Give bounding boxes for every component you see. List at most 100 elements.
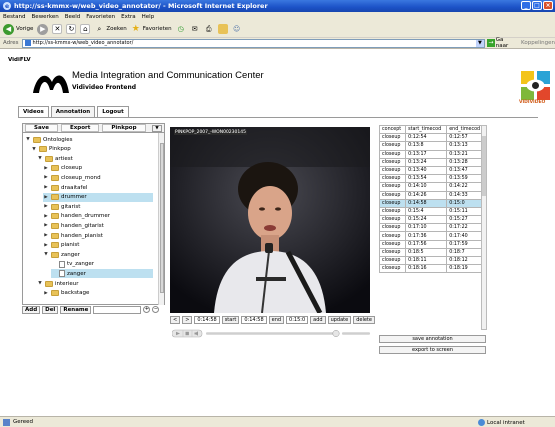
print-icon[interactable]: ⎙: [204, 24, 214, 34]
start-time-field[interactable]: 0:14:58: [241, 315, 267, 324]
tree-item[interactable]: zanger: [51, 269, 153, 279]
save-annotation-button[interactable]: save annotation: [379, 335, 486, 343]
tree-item[interactable]: ▶ handen_drummer: [43, 212, 153, 221]
tree-item[interactable]: ▼ zanger: [43, 250, 153, 259]
stop-icon[interactable]: ✕: [52, 24, 63, 34]
close-button[interactable]: ×: [543, 1, 553, 10]
collapse-icon[interactable]: ▼: [37, 281, 43, 286]
tree-item[interactable]: ▶ gitarist: [43, 202, 153, 211]
annotation-row[interactable]: closeup 0:14:26 0:14:33: [378, 190, 486, 200]
add-button[interactable]: Add: [22, 305, 41, 314]
annotation-row[interactable]: closeup 0:13:54 0:13:59: [378, 174, 486, 184]
seek-track[interactable]: [206, 332, 336, 335]
mail-icon[interactable]: ✉: [190, 24, 200, 34]
menu-item-beeld[interactable]: Beeld: [65, 14, 81, 20]
expand-icon[interactable]: ▶: [43, 223, 49, 228]
expand-icon[interactable]: ▶: [43, 166, 49, 171]
rename-button[interactable]: Rename: [60, 305, 92, 314]
expand-icon[interactable]: ▶: [43, 291, 49, 296]
annotation-table-scroll-thumb[interactable]: [482, 136, 486, 196]
expand-icon[interactable]: ▶: [43, 214, 49, 219]
column-header-end[interactable]: end_timecod: [446, 124, 486, 135]
address-dropdown-icon[interactable]: ▼: [475, 39, 484, 47]
menu-item-favorieten[interactable]: Favorieten: [86, 14, 115, 20]
annotation-row[interactable]: closeup 0:18:5 0:18:7: [378, 247, 486, 258]
tab-videos[interactable]: Videos: [18, 106, 49, 117]
annotation-row[interactable]: closeup 0:13:8 0:13:13: [378, 141, 486, 151]
annotation-row[interactable]: closeup 0:12:54 0:12:57: [378, 133, 486, 143]
folder-icon[interactable]: [217, 24, 228, 34]
tree-item[interactable]: ▼ Pinkpop: [31, 145, 153, 154]
expand-icon[interactable]: ▶: [43, 185, 49, 190]
pinkpop-button[interactable]: Pinkpop: [102, 124, 146, 132]
annotation-row[interactable]: closeup 0:18:16 0:18:19: [378, 264, 486, 274]
tree-item[interactable]: ▶ drummer: [43, 192, 153, 202]
annotation-row[interactable]: closeup 0:17:56 0:17:59: [378, 239, 486, 249]
annotation-row[interactable]: closeup 0:18:11 0:18:12: [378, 255, 486, 266]
export-button[interactable]: Export: [61, 124, 100, 132]
tree-item[interactable]: ▼ interieur: [37, 279, 153, 288]
annotation-row[interactable]: closeup 0:17:36 0:17:40: [378, 231, 486, 241]
annotation-row[interactable]: closeup 0:14:58 0:15:0: [378, 198, 486, 208]
annotation-row[interactable]: closeup 0:13:24 0:13:28: [378, 157, 486, 167]
menu-item-help[interactable]: Help: [142, 14, 155, 20]
collapse-icon[interactable]: ▼: [31, 147, 37, 152]
menu-item-bestand[interactable]: Bestand: [3, 14, 26, 20]
update-annotation-button[interactable]: update: [327, 315, 352, 324]
messenger-icon[interactable]: ☺: [232, 24, 242, 34]
annotation-row[interactable]: closeup 0:15:24 0:15:27: [378, 215, 486, 225]
minimize-button[interactable]: _: [521, 1, 531, 10]
video-player[interactable]: PINKPOP_2007_-WON00230145: [170, 127, 370, 313]
annotation-table-scrollbar[interactable]: [481, 125, 487, 330]
tree-item[interactable]: ▶ handen_pianist: [43, 231, 153, 240]
playback-bar[interactable]: [172, 329, 372, 338]
annotation-row[interactable]: closeup 0:15:4 0:15:11: [378, 206, 486, 217]
maximize-button[interactable]: □: [532, 1, 542, 10]
forward-button[interactable]: ▶: [37, 23, 49, 35]
tab-logout[interactable]: Logout: [97, 106, 129, 117]
prev-frame-button[interactable]: <: [170, 315, 181, 324]
menu-item-bewerken[interactable]: Bewerken: [32, 14, 59, 20]
annotation-row[interactable]: closeup 0:17:10 0:17:22: [378, 223, 486, 233]
seek-handle[interactable]: [332, 330, 340, 337]
collapse-icon[interactable]: ▼: [25, 137, 31, 142]
delete-annotation-button[interactable]: delete: [353, 315, 375, 324]
refresh-icon[interactable]: ↻: [66, 24, 77, 34]
tree-item[interactable]: ▶ pianist: [43, 241, 153, 250]
collapse-icon[interactable]: ▼: [43, 252, 49, 257]
expand-icon[interactable]: ▶: [43, 175, 49, 180]
column-header-start[interactable]: start_timecod: [405, 124, 448, 135]
tree-item[interactable]: ▶ closeup_mond: [43, 173, 153, 182]
del-button[interactable]: Del: [42, 305, 59, 314]
volume-slider[interactable]: [342, 332, 370, 335]
collapse-icon[interactable]: ▼: [37, 156, 43, 161]
zoom-in-icon[interactable]: +: [143, 306, 151, 313]
save-button[interactable]: Save: [25, 124, 58, 132]
current-time-field[interactable]: 0:14:58: [194, 315, 220, 324]
tree-item[interactable]: ▶ handen_gitarist: [43, 221, 153, 230]
next-frame-button[interactable]: >: [182, 315, 193, 324]
annotation-row[interactable]: closeup 0:13:17 0:13:21: [378, 149, 486, 159]
home-icon[interactable]: ⌂: [80, 24, 91, 34]
links-label[interactable]: Koppelingen: [521, 40, 555, 46]
tree-item[interactable]: tv_zanger: [51, 260, 153, 269]
end-time-field[interactable]: 0:15:0: [286, 315, 309, 324]
tree-item[interactable]: ▶ draaitafel: [43, 183, 153, 192]
tree-scrollbar[interactable]: [158, 133, 164, 305]
tab-annotation[interactable]: Annotation: [50, 106, 96, 117]
tree-scroll-thumb[interactable]: [160, 143, 164, 293]
annotation-row[interactable]: closeup 0:13:40 0:13:47: [378, 165, 486, 176]
column-header-concept[interactable]: concept: [378, 124, 407, 135]
history-icon[interactable]: ◷: [176, 24, 186, 34]
annotation-row[interactable]: closeup 0:14:10 0:14:22: [378, 182, 486, 192]
favorites-button[interactable]: ★ Favorieten: [131, 24, 172, 34]
address-input[interactable]: http://ss-kmmx-w/web_video_annotator/ ▼: [21, 38, 485, 48]
back-button[interactable]: ◀ Vorige: [3, 23, 33, 35]
go-button[interactable]: → Ga naar: [486, 37, 517, 49]
tree-item[interactable]: ▶ closeup: [43, 164, 153, 173]
tree-item[interactable]: ▼ artiest: [37, 154, 153, 163]
expand-icon[interactable]: ▶: [43, 243, 49, 248]
tree-item[interactable]: ▼ Ontologies: [25, 135, 153, 144]
export-to-screen-button[interactable]: export to screen: [379, 346, 486, 354]
expand-icon[interactable]: ▶: [43, 195, 49, 200]
